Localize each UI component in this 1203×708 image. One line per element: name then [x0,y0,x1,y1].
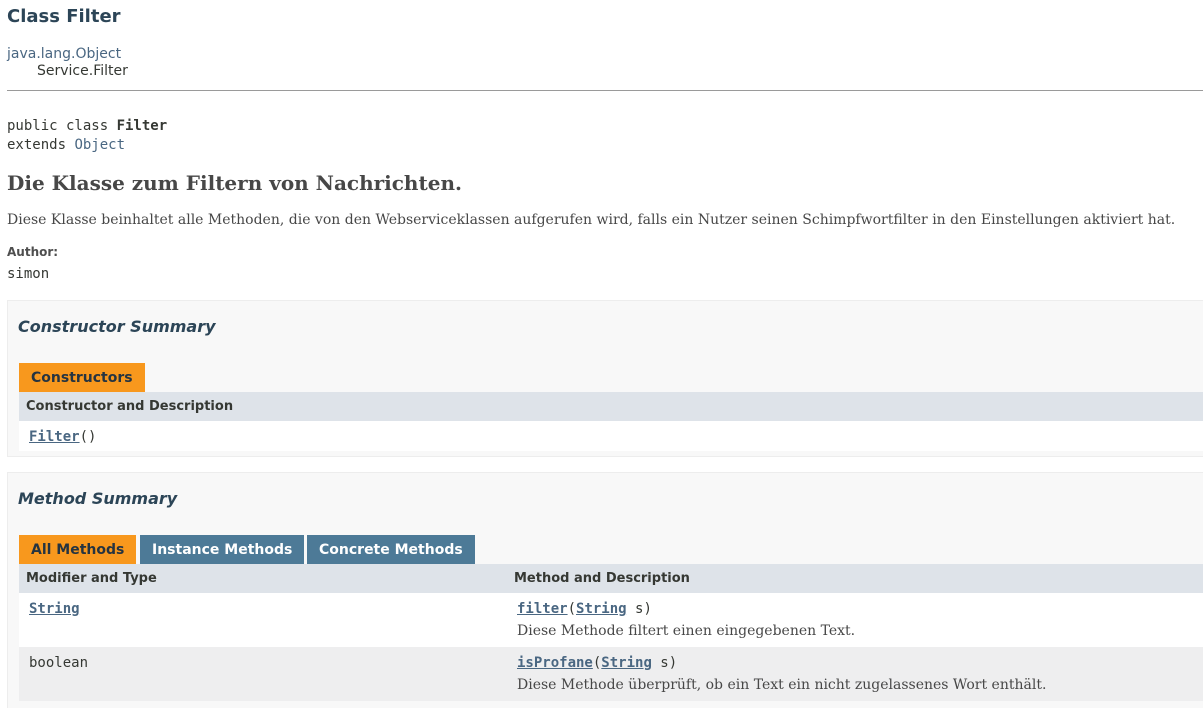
extends-declaration: extends Object [7,137,125,153]
table-row: String filter(String s) Diese Methode fi… [19,593,1203,647]
method-description: Diese Methode filtert einen eingegebenen… [517,623,856,639]
return-type: boolean [29,655,89,671]
divider [7,90,1203,91]
tab-constructors[interactable]: Constructors [19,363,145,393]
javadoc-page: Class Filter java.lang.Object Service.Fi… [0,0,1203,708]
author-value: simon [7,266,50,282]
tab-all-methods[interactable]: All Methods [19,535,137,565]
constructor-link[interactable]: Filter [29,429,80,445]
inheritance-child: Service.Filter [37,63,128,79]
constructor-table-header: Constructor and Description [19,392,1203,421]
class-description-heading: Die Klasse zum Filtern von Nachrichten. [7,171,462,195]
author-label: Author: [7,245,59,259]
column-header-constructor: Constructor and Description [26,399,234,414]
method-link-isprofane[interactable]: isProfane [517,655,593,671]
declaration-class-name: Filter [116,118,168,134]
column-header-modifier: Modifier and Type [26,571,157,586]
param-type-link[interactable]: String [576,601,627,617]
return-type-link[interactable]: String [29,601,80,617]
param-rest: s) [651,655,678,671]
constructor-summary-title: Constructor Summary [18,317,216,336]
param-rest: s) [626,601,652,617]
superclass-link[interactable]: Object [74,137,125,153]
tab-instance-methods[interactable]: Instance Methods [140,535,305,565]
param-open: ( [567,601,577,617]
param-type-link[interactable]: String [601,655,652,671]
page-title: Class Filter [7,6,121,27]
constructor-params: () [79,429,97,445]
constructor-summary: Constructor Summary Constructors Constru… [7,300,1203,457]
extends-prefix: extends [7,137,75,153]
tab-concrete-methods[interactable]: Concrete Methods [307,535,475,565]
method-table-header: Modifier and Type Method and Description [19,564,1203,593]
method-summary: Method Summary All Methods Instance Meth… [7,472,1203,708]
class-description-text: Diese Klasse beinhaltet alle Methoden, d… [7,212,1176,228]
declaration-prefix: public class [7,118,117,134]
column-header-method: Method and Description [514,571,690,586]
method-link-filter[interactable]: filter [517,601,568,617]
method-summary-title: Method Summary [18,489,178,508]
table-row: Filter() [19,421,1203,451]
inheritance-root-link[interactable]: java.lang.Object [7,46,121,62]
table-row: boolean isProfane(String s) Diese Method… [19,647,1203,701]
class-declaration: public class Filter [7,118,167,134]
method-description: Diese Methode überprüft, ob ein Text ein… [517,677,1047,693]
